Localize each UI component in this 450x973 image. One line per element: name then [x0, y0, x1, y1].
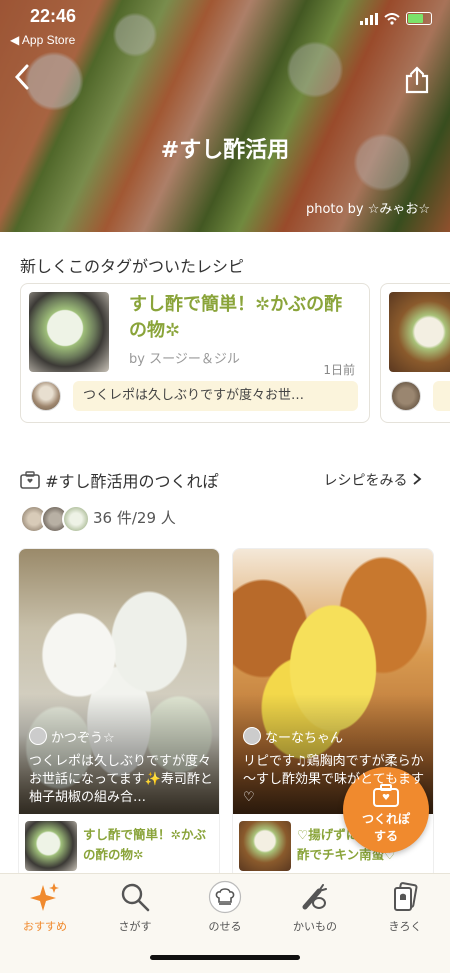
tsukurepo-heading: #すし酢活用のつくれぽ — [45, 472, 219, 491]
search-icon — [121, 883, 150, 912]
tab-shopping[interactable]: かいもの — [270, 880, 360, 934]
tab-search[interactable]: さがす — [90, 880, 180, 934]
tsukurepo-card[interactable]: かつぞう☆ つくレポは久しぶりですが度々お世話になってます✨寿司酢と柚子胡椒の組… — [18, 548, 220, 880]
fab-label-1: つくれぽ — [361, 812, 410, 826]
wifi-icon — [384, 12, 400, 25]
tsukurepo-text: つくレポは久しぶりですが度々お世話になってます✨寿司酢と柚子胡椒の組み合… — [29, 754, 213, 805]
recipe-thumbnail — [389, 292, 450, 372]
recipe-comment: つくレポは久しぶりですが度々お世… — [73, 381, 358, 411]
tab-label: きろく — [388, 920, 422, 933]
new-recipes-heading: 新しくこのタグがついたレシピ — [20, 257, 245, 276]
recipe-thumbnail — [29, 292, 109, 372]
recipe-author: by スージー＆ジル — [129, 352, 240, 367]
tab-recommend[interactable]: おすすめ — [0, 880, 90, 934]
tab-label: さがす — [118, 920, 152, 933]
recipe-comment-partial — [433, 381, 450, 411]
tsukurepo-heading-row: #すし酢活用のつくれぽ — [20, 468, 219, 492]
commenter-avatar — [391, 381, 421, 411]
vegetables-icon — [302, 884, 327, 910]
avatar — [29, 727, 47, 745]
system-status-icons — [360, 12, 432, 25]
tab-label: かいもの — [293, 920, 337, 933]
tab-label: のせる — [208, 920, 242, 933]
tsukurepo-user: なーなちゃん — [243, 727, 343, 746]
tsukurepo-username: なーなちゃん — [265, 731, 344, 746]
see-recipes-link[interactable]: レシピをみる — [324, 470, 422, 490]
recipe-date: 1日前 — [323, 363, 355, 377]
recipe-thumbnail — [239, 821, 291, 871]
tab-label: おすすめ — [23, 920, 67, 933]
chevron-right-icon — [413, 473, 422, 485]
avatar — [62, 505, 90, 533]
see-recipes-label: レシピをみる — [323, 473, 408, 489]
sparkle-icon — [30, 883, 59, 911]
battery-icon — [406, 12, 432, 25]
cards-icon — [394, 882, 418, 911]
tsukurepo-text: リピです♫鶏胸肉ですが柔らか～すし酢効果で味がとてもます♡ — [243, 754, 424, 805]
back-to-app-store[interactable]: ◀ App Store — [10, 33, 75, 47]
avatar — [243, 727, 261, 745]
tsukurepo-user: かつぞう☆ — [29, 727, 115, 746]
share-button[interactable] — [404, 66, 430, 98]
tsukurepo-recipe-title: すし酢で簡単！✲かぶの酢の物✲ — [83, 827, 206, 862]
chef-hat-icon — [208, 880, 242, 914]
back-button[interactable] — [14, 64, 30, 97]
commenter-avatar — [31, 381, 61, 411]
recipe-thumbnail — [25, 821, 77, 871]
share-icon — [405, 66, 429, 94]
chevron-left-icon — [14, 64, 29, 90]
camera-icon — [20, 471, 40, 489]
fab-label-2: する — [373, 829, 398, 843]
tsukurepo-username: かつぞう☆ — [51, 731, 115, 746]
recipe-title[interactable]: すし酢で簡単！✲かぶの酢の物✲ — [129, 292, 359, 344]
photo-credit: photo by ☆みゃお☆ — [305, 202, 430, 217]
home-indicator — [150, 955, 300, 960]
status-time: 22:46 — [30, 6, 77, 26]
signal-icon — [360, 12, 378, 25]
recipe-card[interactable]: すし酢で簡単！✲かぶの酢の物✲ by スージー＆ジル 1日前 つくレポは久しぶり… — [20, 283, 370, 423]
hero-tag-title: #すし酢活用 — [160, 138, 290, 163]
tsukurepo-count: 36 件/29 人 — [93, 509, 176, 527]
recipe-card-partial[interactable] — [380, 283, 450, 423]
tab-history[interactable]: きろく — [360, 880, 450, 934]
tab-post[interactable]: のせる — [180, 880, 270, 934]
